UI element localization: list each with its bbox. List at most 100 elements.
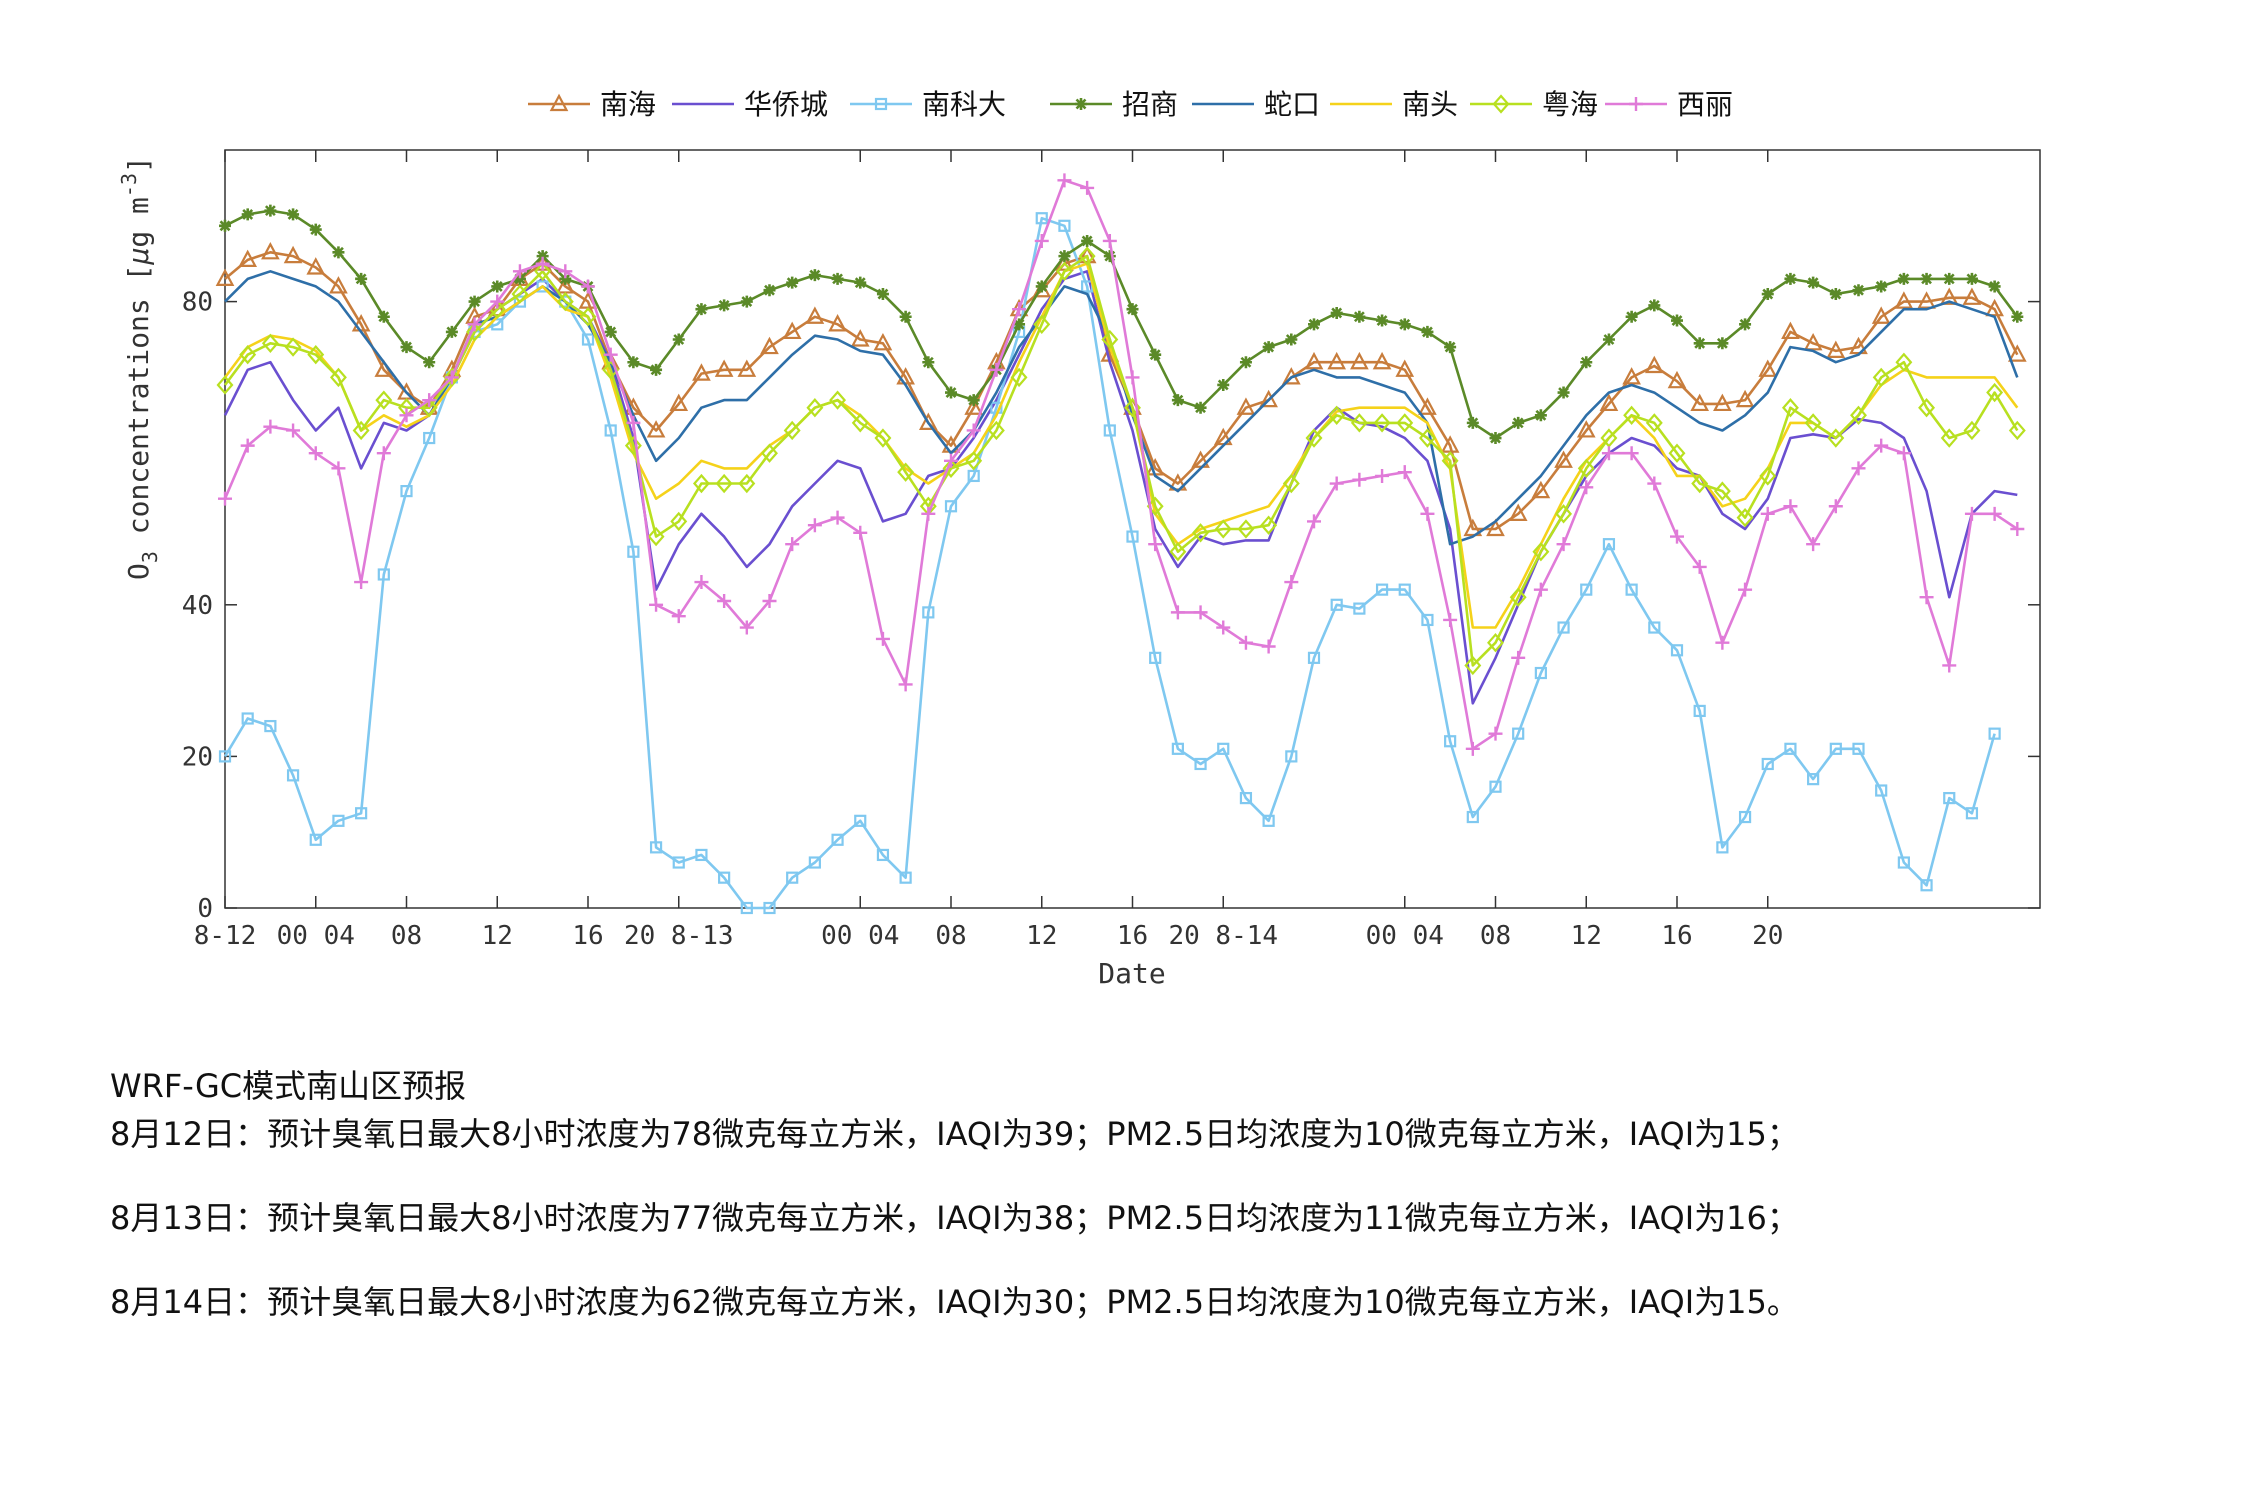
data-point	[1602, 333, 1615, 346]
x-tick-label: 08	[1480, 921, 1511, 951]
series-8	[218, 173, 2025, 756]
x-tick-label: 16	[1661, 921, 1692, 951]
x-tick-label: 20 8-14	[1168, 921, 1278, 951]
data-point	[377, 310, 390, 323]
data-point	[1489, 432, 1502, 445]
y-tick-label: 40	[182, 591, 213, 621]
data-point	[445, 325, 458, 338]
data-point	[1261, 639, 1276, 654]
legend-label: 西丽	[1677, 88, 1733, 121]
data-point	[1398, 318, 1411, 331]
data-point	[1987, 506, 2002, 521]
x-tick-label: 20	[1752, 921, 1783, 951]
data-point	[1807, 276, 1820, 289]
data-point	[1194, 401, 1207, 414]
data-point	[1716, 337, 1729, 350]
data-point	[1193, 605, 1208, 620]
data-point	[1943, 272, 1956, 285]
data-point	[423, 356, 436, 369]
data-point	[604, 325, 617, 338]
series-1	[215, 242, 2027, 537]
x-tick-label: 8-12	[194, 921, 257, 951]
data-point	[854, 276, 867, 289]
data-point	[1444, 341, 1457, 354]
data-point	[695, 303, 708, 316]
legend-label: 华侨城	[744, 88, 828, 121]
data-point	[1058, 250, 1071, 263]
x-tick-label: 16	[1117, 921, 1148, 951]
data-point	[468, 295, 481, 308]
legend-marker	[1075, 98, 1087, 110]
data-point	[1533, 582, 1548, 597]
data-point	[830, 510, 845, 525]
data-point	[627, 356, 640, 369]
x-tick-label: 00 04	[1366, 921, 1444, 951]
data-point	[1761, 288, 1774, 301]
o3-forecast-chart: 南海 华侨城 南科大 招商 蛇口 南头 粤海 西丽 0 20 40 80 8-12 00 04 08 12…	[117, 88, 2041, 990]
data-point	[1965, 272, 1978, 285]
x-tick-label: 00 04	[821, 921, 899, 951]
data-point	[1919, 590, 1934, 605]
data-point	[1329, 476, 1344, 491]
data-point	[1376, 314, 1389, 327]
x-axis-ticks: 8-12 00 04 08 12 16 20 8-13 00 04 08 12 16 20 8-14…	[194, 150, 1783, 951]
data-point	[1284, 575, 1299, 590]
y-label-unit: g m	[122, 197, 155, 248]
legend-label: 蛇口	[1264, 88, 1320, 121]
x-axis-label: Date	[1098, 957, 1165, 990]
data-point	[1512, 416, 1525, 429]
y-label-close: ]	[122, 156, 155, 173]
data-point	[899, 310, 912, 323]
data-point	[581, 279, 595, 294]
data-point	[400, 341, 413, 354]
data-point	[1465, 741, 1480, 756]
data-point	[1580, 356, 1593, 369]
y-label-o: O	[122, 563, 155, 580]
forecast-report: WRF-GC模式南山区预报 8月12日：预计臭氧日最大8小时浓度为78微克每立方…	[110, 1062, 2210, 1362]
data-point	[740, 295, 753, 308]
data-point	[241, 208, 254, 221]
data-point	[558, 264, 573, 279]
data-point	[491, 280, 504, 293]
x-tick-label: 12	[1026, 921, 1057, 951]
data-point	[1648, 299, 1661, 312]
data-point	[1556, 537, 1571, 552]
data-point	[1375, 468, 1390, 483]
report-line-aug13: 8月13日：预计臭氧日最大8小时浓度为77微克每立方米，IAQI为38；PM2.…	[110, 1199, 1799, 1237]
data-point	[1421, 325, 1434, 338]
data-point	[1988, 280, 2001, 293]
data-point	[1057, 173, 1072, 188]
plot-frame	[224, 149, 2041, 909]
data-point	[2011, 310, 2024, 323]
data-point	[1330, 306, 1343, 319]
data-point	[1897, 272, 1910, 285]
data-point	[218, 491, 232, 506]
legend-entry: 华侨城	[672, 88, 828, 121]
data-point	[1806, 537, 1821, 552]
data-point	[219, 219, 231, 232]
data-point	[1693, 337, 1706, 350]
legend-entry: 南科大	[850, 88, 1006, 121]
data-point	[1534, 409, 1547, 422]
x-tick-label: 08	[935, 921, 966, 951]
legend-entry: 南头	[1330, 88, 1458, 121]
data-point	[1081, 234, 1094, 247]
data-point	[1216, 620, 1231, 635]
data-point	[1784, 272, 1797, 285]
data-point	[1420, 506, 1435, 521]
data-point	[718, 299, 731, 312]
data-point	[1557, 386, 1570, 399]
data-point	[1308, 318, 1320, 331]
data-point	[1942, 658, 1957, 673]
data-point	[1852, 284, 1865, 297]
data-point	[672, 333, 685, 346]
data-point	[1125, 370, 1140, 385]
legend-marker	[1629, 97, 1643, 111]
data-point	[922, 356, 935, 369]
data-point	[1217, 378, 1230, 391]
data-point	[376, 446, 391, 461]
data-point	[649, 597, 664, 612]
data-point	[1466, 416, 1479, 429]
data-point	[1126, 303, 1139, 316]
legend-entry: 蛇口	[1192, 88, 1320, 121]
